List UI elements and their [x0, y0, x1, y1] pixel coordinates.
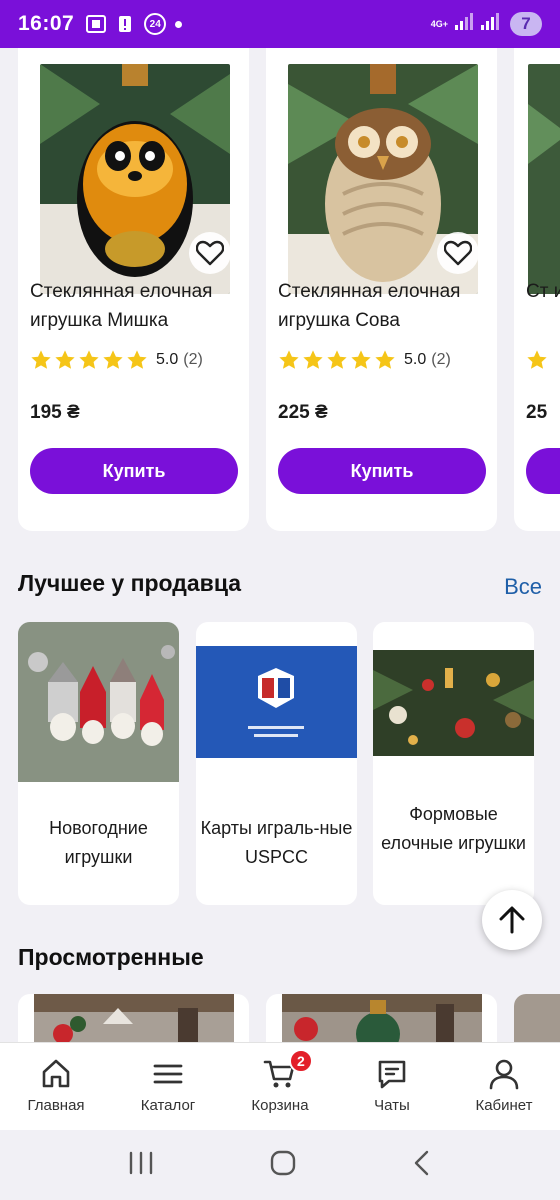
category-card[interactable]: Формовые елочные игрушки	[373, 622, 534, 905]
network-type: 4G+	[430, 18, 448, 29]
screenshot-icon	[86, 14, 107, 34]
product-image[interactable]	[528, 64, 560, 294]
star-icon	[279, 350, 299, 369]
product-title[interactable]: Ст иг	[526, 277, 560, 306]
category-label: Новогодние игрушки	[49, 818, 148, 867]
nav-cabinet[interactable]: Кабинет	[448, 1043, 560, 1130]
viewed-product-image	[34, 994, 234, 1042]
category-label: Карты играль-ные USPCC	[200, 818, 353, 867]
home-system-button[interactable]	[270, 1150, 296, 1181]
product-title[interactable]: Стеклянная елочная игрушка Мишка	[30, 277, 240, 335]
review-count: (2)	[183, 351, 203, 368]
star-icon	[527, 350, 547, 369]
bottom-navigation: Главная Каталог 2 Корзина Чаты Кабинет	[0, 1042, 560, 1130]
product-card[interactable]: Стеклянная елочная игрушка Мишка 5.0 (2)…	[18, 48, 249, 531]
buy-button[interactable]	[526, 448, 560, 494]
nav-chats[interactable]: Чаты	[336, 1043, 448, 1130]
recent-apps-button[interactable]	[128, 1151, 154, 1180]
star-icon	[55, 350, 75, 369]
rating: 5.0 (2)	[30, 349, 203, 371]
buy-button[interactable]: Купить	[30, 448, 238, 494]
nav-home[interactable]: Главная	[0, 1043, 112, 1130]
user-icon	[489, 1059, 519, 1090]
buy-button[interactable]: Купить	[278, 448, 486, 494]
review-count: (2)	[431, 351, 451, 368]
nav-chats-label: Чаты	[374, 1097, 410, 1114]
cart-badge: 2	[288, 1049, 313, 1073]
category-label: Формовые елочные игрушки	[381, 804, 526, 853]
see-all-link[interactable]: Все	[504, 574, 542, 600]
rating-value: 5.0	[404, 351, 427, 368]
system-navigation-bar	[0, 1130, 560, 1200]
rating-value: 5.0	[156, 351, 179, 368]
more-notifications-dot	[175, 20, 183, 28]
nav-cart[interactable]: 2 Корзина	[224, 1043, 336, 1130]
nav-cabinet-label: Кабинет	[475, 1097, 533, 1114]
category-card[interactable]: Карты играль-ные USPCC	[196, 622, 357, 905]
star-icon	[79, 350, 99, 369]
category-card[interactable]: Новогодние игрушки	[18, 622, 179, 905]
battery-indicator: 7	[510, 12, 542, 36]
arrow-up-icon	[499, 906, 525, 934]
home-icon	[42, 1059, 70, 1088]
home-circle-icon	[270, 1150, 296, 1175]
star-icon	[303, 350, 323, 369]
viewed-product-card[interactable]	[266, 994, 497, 1042]
viewed-product-card[interactable]	[18, 994, 249, 1042]
heart-icon	[444, 240, 472, 266]
back-chevron-icon	[414, 1150, 429, 1175]
chat-icon	[378, 1060, 406, 1089]
nav-home-label: Главная	[27, 1097, 85, 1114]
product-price: 25	[526, 402, 548, 423]
star-icon	[327, 350, 347, 369]
viewed-section-title: Просмотренные	[18, 944, 204, 970]
category-image	[373, 650, 534, 756]
star-icon	[31, 350, 51, 369]
seller-section-title: Лучшее у продавца	[18, 570, 242, 596]
content-area: Стеклянная елочная игрушка Мишка 5.0 (2)…	[0, 48, 560, 1042]
viewed-product-card[interactable]	[514, 994, 560, 1042]
favorite-button[interactable]	[189, 232, 231, 274]
nav-cart-label: Корзина	[251, 1097, 309, 1114]
star-icon	[351, 350, 371, 369]
signal-icon	[454, 12, 474, 36]
status-time: 16:07	[18, 12, 75, 35]
notification-badge: 24	[144, 13, 167, 35]
nav-catalog-label: Каталог	[140, 1097, 196, 1114]
alert-icon	[115, 14, 135, 34]
viewed-product-image	[514, 994, 560, 1042]
product-price: 225 ₴	[278, 402, 328, 423]
recent-apps-icon	[129, 1151, 153, 1174]
heart-icon	[196, 240, 224, 266]
nav-catalog[interactable]: Каталог	[112, 1043, 224, 1130]
star-icon	[103, 350, 123, 369]
product-card[interactable]: Стеклянная елочная игрушка Сова 5.0 (2) …	[266, 48, 497, 531]
scroll-to-top-button[interactable]	[482, 890, 542, 950]
signal-icon-2	[480, 12, 500, 36]
category-image	[18, 622, 179, 782]
star-icon	[375, 350, 395, 369]
star-icon	[127, 350, 147, 369]
category-image	[196, 646, 357, 758]
product-title[interactable]: Стеклянная елочная игрушка Сова	[278, 277, 488, 335]
product-price: 195 ₴	[30, 402, 80, 423]
status-bar: 16:07 24 4G+ 7	[0, 0, 560, 48]
rating	[526, 349, 550, 371]
rating: 5.0 (2)	[278, 349, 451, 371]
menu-icon	[153, 1064, 183, 1084]
product-card[interactable]: Ст иг 25	[514, 48, 560, 531]
back-button[interactable]	[412, 1150, 432, 1181]
favorite-button[interactable]	[437, 232, 479, 274]
viewed-product-image	[282, 994, 482, 1042]
